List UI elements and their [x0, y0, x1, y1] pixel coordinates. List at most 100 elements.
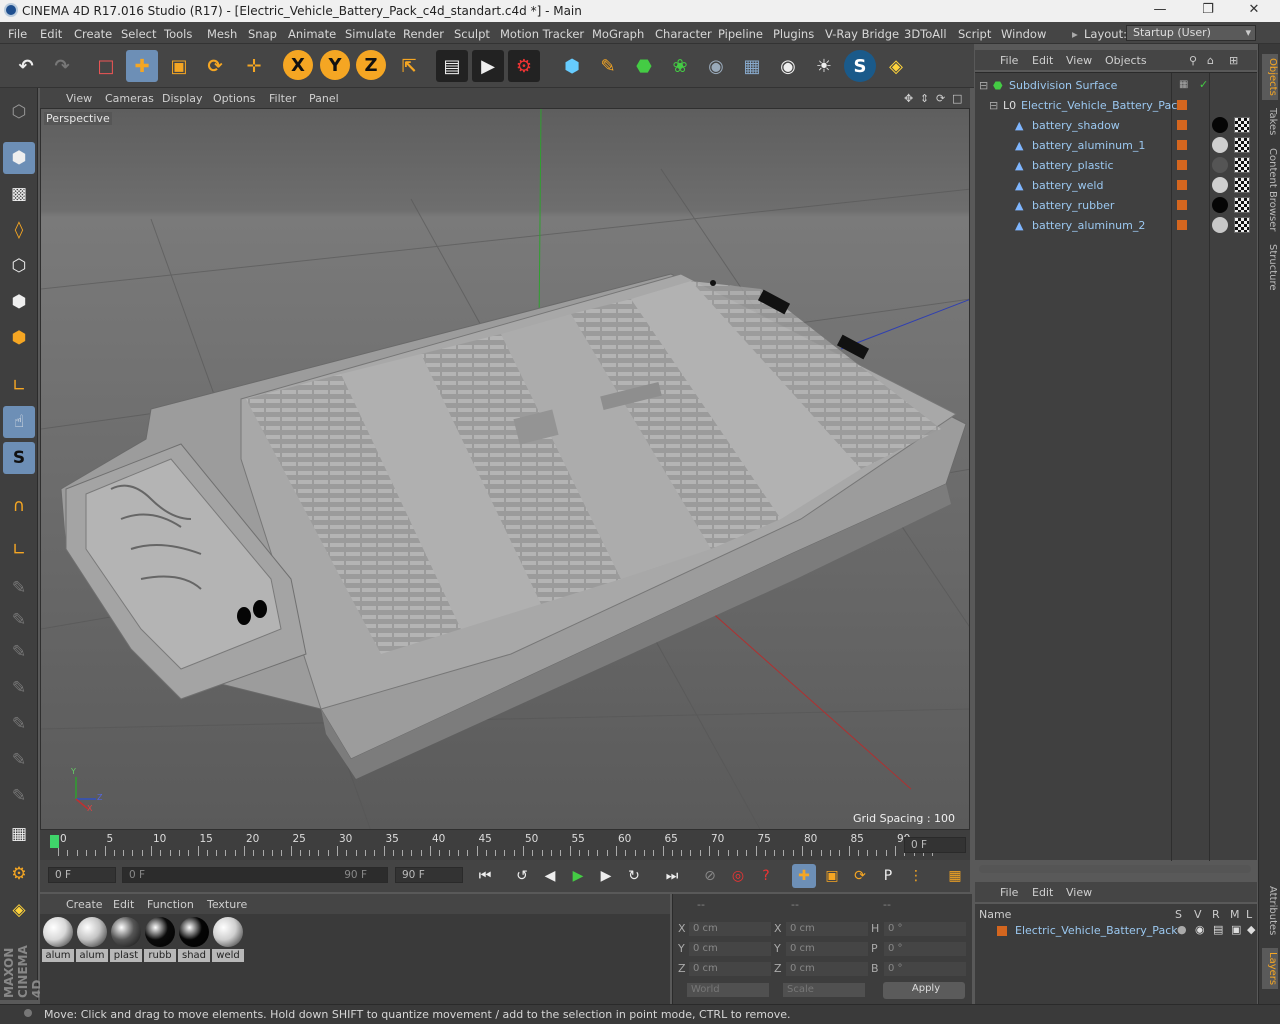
new-panel-icon[interactable]: ⊞: [1229, 54, 1238, 67]
menu-3dtoall[interactable]: 3DToAll: [904, 27, 947, 41]
menu-render[interactable]: Render: [403, 27, 444, 41]
position-z-field[interactable]: 0 cm: [689, 962, 771, 976]
coordinate-system-select[interactable]: World: [687, 983, 769, 997]
viewport-zoom-icon[interactable]: ⇕: [920, 92, 929, 105]
layer-color-swatch[interactable]: [1177, 100, 1187, 110]
camera-icon[interactable]: ◉: [772, 50, 804, 82]
tab-structure[interactable]: Structure: [1262, 244, 1278, 291]
render-settings-icon[interactable]: ⚙: [508, 50, 540, 82]
brush-tool-4-icon[interactable]: ✎: [3, 672, 35, 704]
layer-color-swatch[interactable]: [1177, 180, 1187, 190]
brush-tool-7-icon[interactable]: ✎: [3, 780, 35, 812]
menu-select[interactable]: Select: [121, 27, 156, 41]
material-tag-icon[interactable]: [1212, 197, 1228, 213]
brush-tool-3-icon[interactable]: ✎: [3, 636, 35, 668]
menu-plugins[interactable]: Plugins: [773, 27, 814, 41]
preview-range-slider[interactable]: 0 F 90 F: [122, 867, 388, 883]
playhead-marker[interactable]: [50, 835, 59, 848]
object-row[interactable]: ▲ battery_rubber: [975, 195, 1257, 215]
layer-color-swatch[interactable]: [1177, 200, 1187, 210]
polygons-mode-icon[interactable]: ⬢: [3, 322, 35, 354]
layer-color-swatch[interactable]: [1177, 140, 1187, 150]
uvw-tag-icon[interactable]: [1234, 177, 1250, 193]
menu-snap[interactable]: Snap: [248, 27, 277, 41]
viewport-maximize-icon[interactable]: □: [952, 92, 962, 105]
menu-create[interactable]: Create: [74, 27, 112, 41]
object-row[interactable]: ▲ battery_aluminum_1: [975, 135, 1257, 155]
material-tag-icon[interactable]: [1212, 177, 1228, 193]
make-editable-icon[interactable]: ⬡: [3, 96, 35, 128]
menu-overflow-arrow-icon[interactable]: ▸: [1072, 27, 1078, 41]
lock-icon[interactable]: ◆: [1247, 923, 1255, 936]
material-menu-texture[interactable]: Texture: [207, 898, 247, 911]
current-frame-field[interactable]: 0 F: [904, 837, 966, 853]
apply-button[interactable]: Apply: [883, 982, 965, 999]
layers-menu-edit[interactable]: Edit: [1032, 886, 1053, 899]
material-swatch[interactable]: shad: [178, 916, 210, 962]
render-view-icon[interactable]: ▤: [436, 50, 468, 82]
viewport-menu-panel[interactable]: Panel: [309, 92, 339, 105]
menu-mesh[interactable]: Mesh: [207, 27, 237, 41]
visibility-icon[interactable]: ◉: [1195, 923, 1205, 936]
menu-window[interactable]: Window: [1001, 27, 1046, 41]
timeline-window-icon[interactable]: ▦: [943, 864, 967, 888]
solo-icon[interactable]: ●: [1177, 923, 1187, 936]
start-frame-field[interactable]: 0 F: [48, 867, 116, 883]
object-row[interactable]: ▲ battery_plastic: [975, 155, 1257, 175]
menu-motion-tracker[interactable]: Motion Tracker: [500, 27, 584, 41]
manager-icon[interactable]: ▣: [1231, 923, 1241, 936]
viewport-menu-cameras[interactable]: Cameras: [105, 92, 154, 105]
brush-tool-2-icon[interactable]: ✎: [3, 604, 35, 636]
viewport-move-icon[interactable]: ✥: [904, 92, 913, 105]
workplane-icon[interactable]: ∟: [3, 534, 35, 566]
tweak-mode-icon[interactable]: ☝: [3, 406, 35, 438]
settings-gear-icon[interactable]: ⚙: [3, 858, 35, 890]
render-icon[interactable]: ▤: [1213, 923, 1223, 936]
layer-color-swatch[interactable]: [1177, 120, 1187, 130]
menu-simulate[interactable]: Simulate: [345, 27, 396, 41]
object-checkbox-icon[interactable]: ▦: [1179, 79, 1188, 90]
rotation-p-field[interactable]: 0 °: [884, 942, 966, 956]
brush-tool-5-icon[interactable]: ✎: [3, 708, 35, 740]
uvw-tag-icon[interactable]: [1234, 157, 1250, 173]
collapse-toggle-icon[interactable]: ⊟: [989, 99, 998, 112]
world-coordinates-icon[interactable]: ⇱: [393, 50, 425, 82]
object-row[interactable]: ▲ battery_aluminum_2: [975, 215, 1257, 235]
undo-icon[interactable]: ↶: [10, 50, 42, 82]
end-frame-field[interactable]: 90 F: [395, 867, 463, 883]
layer-row[interactable]: Electric_Vehicle_Battery_Pack ● ◉ ▤ ▣ ◆: [975, 922, 1257, 940]
object-row[interactable]: ▲ battery_weld: [975, 175, 1257, 195]
axis-mode-icon[interactable]: ∟: [3, 370, 35, 402]
home-icon[interactable]: ⌂: [1207, 54, 1214, 67]
autokey-icon[interactable]: ?: [754, 864, 778, 888]
z-axis-lock-button[interactable]: Z: [356, 50, 386, 80]
uvw-tag-icon[interactable]: [1234, 217, 1250, 233]
objects-menu-objects[interactable]: Objects: [1105, 54, 1147, 67]
menu-mograph[interactable]: MoGraph: [592, 27, 644, 41]
tab-content-browser[interactable]: Content Browser: [1262, 148, 1278, 231]
layer-color-swatch[interactable]: [1177, 160, 1187, 170]
material-swatch[interactable]: plast: [110, 916, 142, 962]
rotation-b-field[interactable]: 0 °: [884, 962, 966, 976]
object-row[interactable]: ⊟ ⬣ Subdivision Surface ▦ ✓: [975, 75, 1257, 95]
material-swatch[interactable]: rubb: [144, 916, 176, 962]
horizontal-scrollbar[interactable]: [979, 865, 1251, 873]
record-active-keys-icon[interactable]: ◎: [726, 864, 750, 888]
collapse-toggle-icon[interactable]: ⊟: [979, 79, 988, 92]
previous-key-icon[interactable]: ↺: [510, 864, 534, 888]
layer-color-swatch[interactable]: [997, 926, 1007, 936]
move-tool-icon[interactable]: ✚: [126, 50, 158, 82]
previous-frame-icon[interactable]: ◀: [538, 864, 562, 888]
objects-menu-edit[interactable]: Edit: [1032, 54, 1053, 67]
size-x-field[interactable]: 0 cm: [786, 922, 868, 936]
menu-pipeline[interactable]: Pipeline: [718, 27, 763, 41]
material-tag-icon[interactable]: [1212, 117, 1228, 133]
rotate-tool-icon[interactable]: ⟳: [199, 50, 231, 82]
mograph-cloner-icon[interactable]: ❀: [664, 50, 696, 82]
python-icon[interactable]: ◈: [3, 894, 35, 926]
next-key-icon[interactable]: ↻: [622, 864, 646, 888]
go-to-end-icon[interactable]: ⏭: [660, 864, 684, 888]
next-frame-icon[interactable]: ▶: [594, 864, 618, 888]
close-button[interactable]: ✕: [1244, 2, 1264, 20]
redo-icon[interactable]: ↷: [46, 50, 78, 82]
